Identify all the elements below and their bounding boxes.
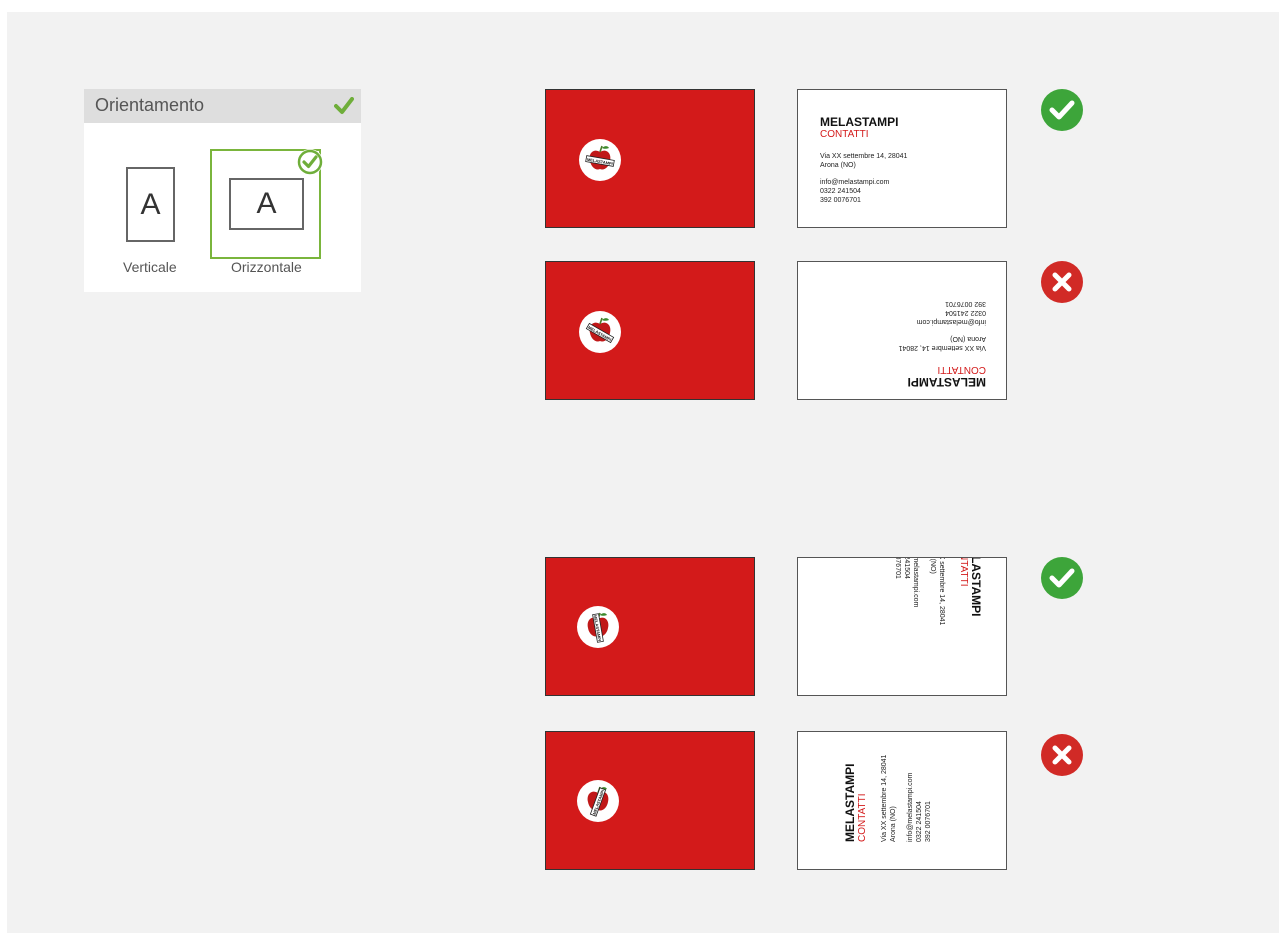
option-verticale[interactable]: A	[124, 167, 178, 247]
check-icon	[334, 97, 354, 114]
portrait-thumbnail: A	[126, 167, 175, 242]
card-front: MELASTAMPI	[545, 89, 755, 228]
thumbnail-letter: A	[140, 187, 161, 221]
option-label-verticale: Verticale	[123, 259, 177, 275]
card-content-rotated-ccw: MELASTAMPI CONTATTI Via XX settembre 14,…	[838, 732, 1004, 852]
card-front: MELASTAMPI	[545, 557, 755, 696]
address-line: Via XX settembre 14, 28041	[898, 344, 986, 351]
panel-title: Orientamento	[95, 95, 205, 115]
address-line: Via XX settembre 14, 28041	[938, 557, 945, 626]
phone-line: 0322 241504	[945, 309, 986, 316]
selected-check-icon	[297, 149, 323, 175]
mobile-line: 392 0076701	[945, 300, 986, 307]
city-line: Arona (NO)	[890, 806, 897, 842]
check-circle-icon	[1041, 89, 1083, 131]
card-brand: MELASTAMPI	[907, 375, 986, 389]
panel-header: Orientamento	[84, 89, 361, 123]
address-line: Via XX settembre 14, 28041	[881, 754, 888, 842]
city-line: Arona (NO)	[928, 558, 937, 625]
card-back: MELASTAMPI CONTATTI Via XX settembre 14,…	[797, 731, 1007, 870]
card-front: MELASTAMPI	[545, 731, 755, 870]
card-content: MELASTAMPI CONTATTI Via XX settembre 14,…	[820, 116, 907, 205]
phone-line: 0322 241504	[903, 557, 910, 579]
x-circle-icon	[1041, 734, 1083, 776]
card-subtitle: CONTATTI	[857, 793, 868, 842]
mobile-line: 392 0076701	[894, 557, 901, 579]
phone-line: 0322 241504	[916, 801, 923, 842]
apple-logo-icon: MELASTAMPI	[577, 780, 619, 822]
check-circle-icon	[1041, 557, 1083, 599]
city-line: Arona (NO)	[950, 335, 986, 342]
card-subtitle: CONTATTI	[820, 129, 869, 140]
card-back: MELASTAMPI CONTATTI Via XX settembre 14,…	[797, 261, 1007, 400]
x-circle-icon	[1041, 261, 1083, 303]
email-line: info@melastampi.com	[907, 772, 914, 842]
apple-logo-icon: MELASTAMPI	[579, 139, 621, 181]
email-line: info@melastampi.com	[820, 179, 890, 186]
card-back: MELASTAMPI CONTATTI Via XX settembre 14,…	[797, 557, 1007, 696]
address-line: Via XX settembre 14, 28041	[820, 153, 908, 160]
apple-logo-icon: MELASTAMPI	[577, 606, 619, 648]
card-brand: MELASTAMPI	[969, 557, 983, 617]
card-subtitle: CONTATTI	[958, 557, 969, 587]
card-brand: MELASTAMPI	[820, 115, 899, 129]
mobile-line: 392 0076701	[925, 801, 932, 842]
mobile-line: 392 0076701	[820, 197, 861, 204]
option-label-orizzontale: Orizzontale	[231, 259, 302, 275]
card-subtitle: CONTATTI	[937, 364, 986, 375]
apple-logo-icon: MELASTAMPI	[579, 311, 621, 353]
orientation-panel: Orientamento A Verticale A Orizzontale	[84, 89, 361, 292]
phone-line: 0322 241504	[820, 188, 861, 195]
email-line: info@melastampi.com	[916, 318, 986, 325]
landscape-thumbnail: A	[229, 178, 304, 230]
email-line: info@melastampi.com	[912, 557, 919, 608]
card-brand: MELASTAMPI	[843, 763, 857, 842]
card-content-upside-down: MELASTAMPI CONTATTI Via XX settembre 14,…	[820, 288, 986, 389]
thumbnail-letter: A	[256, 187, 277, 220]
card-content-rotated-cw: MELASTAMPI CONTATTI Via XX settembre 14,…	[822, 557, 988, 648]
card-front: MELASTAMPI	[545, 261, 755, 400]
card-back: MELASTAMPI CONTATTI Via XX settembre 14,…	[797, 89, 1007, 228]
city-line: Arona (NO)	[820, 162, 856, 169]
